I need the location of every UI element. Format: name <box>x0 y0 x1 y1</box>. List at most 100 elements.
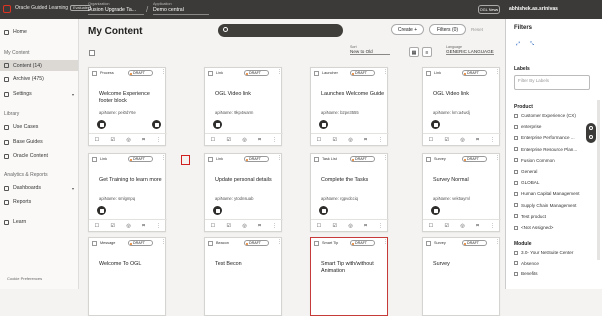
kebab-menu-icon[interactable]: ⋮ <box>383 239 388 245</box>
edit-icon[interactable] <box>213 120 222 129</box>
kebab-menu-icon[interactable]: ⋮ <box>383 69 388 75</box>
card-checkbox[interactable] <box>208 157 213 162</box>
card-title[interactable]: Welcome Experience footer block <box>99 91 163 104</box>
card-title[interactable]: Survey Normal <box>433 177 497 184</box>
analytics-icon[interactable]: ⌗ <box>476 137 479 143</box>
sort-dropdown[interactable]: Sort New to Old <box>350 45 390 55</box>
card-title[interactable]: Test Becon <box>215 261 279 268</box>
content-card[interactable]: Launcher DRAFT ⋮ Launches Welcome Guide apiN… <box>310 67 389 146</box>
checklist-icon[interactable]: ☑ <box>227 223 231 229</box>
content-card[interactable]: Link DRAFT ⋮ Update personal details apiName… <box>204 153 283 232</box>
card-checkbox[interactable] <box>314 241 319 246</box>
checklist-icon[interactable]: ☑ <box>333 223 337 229</box>
more-icon[interactable]: ⋮ <box>378 137 383 143</box>
eye-icon[interactable]: ◎ <box>348 137 352 143</box>
checklist-icon[interactable]: ☑ <box>333 137 337 143</box>
content-card[interactable]: Message DRAFT ⋮ Welcome To OGL <box>88 237 166 316</box>
kebab-menu-icon[interactable]: ⋮ <box>161 155 166 161</box>
content-card[interactable]: Process DRAFT ⋮ Welcome Experience footer b… <box>88 67 167 146</box>
eye-icon[interactable]: ◎ <box>242 223 246 229</box>
edit-icon[interactable] <box>319 206 328 215</box>
grid-view-icon[interactable]: ▦ <box>409 47 419 57</box>
edit-icon[interactable] <box>97 206 106 215</box>
collapse-icon[interactable]: ⤡ <box>530 41 534 47</box>
content-card[interactable]: Link DRAFT ⋮ OGL Video link apiName: km:a4wd… <box>422 67 501 146</box>
analytics-icon[interactable]: ⌗ <box>142 137 145 143</box>
checklist-icon[interactable]: ☑ <box>111 223 115 229</box>
filter-option[interactable]: Human Capital Management <box>514 191 579 196</box>
language-dropdown[interactable]: Language GENERIC LANGUAGE <box>446 45 494 55</box>
card-checkbox[interactable] <box>426 241 431 246</box>
filter-option[interactable]: Fusion Common <box>514 158 555 163</box>
filter-labels-input[interactable]: Filter By Labels <box>514 75 590 90</box>
kebab-menu-icon[interactable]: ⋮ <box>277 239 282 245</box>
card-checkbox[interactable] <box>92 71 97 76</box>
content-card[interactable]: Smart Tip DRAFT ⋮ Smart Tip with/without An… <box>310 237 388 316</box>
content-card[interactable]: Link DRAFT ⋮ Get Training to learn more apiN… <box>88 153 167 232</box>
content-card[interactable]: Survey DRAFT ⋮ Survey Normal apiName: vek5ay… <box>422 153 501 232</box>
card-title[interactable]: Update personal details <box>215 177 279 184</box>
filter-option[interactable]: Benefits <box>514 271 538 276</box>
kebab-menu-icon[interactable]: ⋮ <box>495 69 500 75</box>
create-button[interactable]: Create + <box>391 24 424 35</box>
card-checkbox[interactable] <box>208 241 213 246</box>
sidebar-item-home[interactable]: Home <box>4 29 27 35</box>
copy-icon[interactable]: ☐ <box>95 137 99 143</box>
eye-icon[interactable]: ◎ <box>242 137 246 143</box>
user-name[interactable]: abhishek.as.srinivas <box>509 6 558 12</box>
filter-option[interactable]: Supply Chain Management <box>514 203 576 208</box>
checkbox-icon[interactable] <box>514 135 518 140</box>
kebab-menu-icon[interactable]: ⋮ <box>161 239 166 245</box>
ogl-news-button[interactable]: OGL News <box>478 5 500 14</box>
edit-icon[interactable] <box>431 206 440 215</box>
filter-option[interactable]: Customer Experience (CX) <box>514 113 576 118</box>
card-checkbox[interactable] <box>92 157 97 162</box>
kebab-menu-icon[interactable]: ⋮ <box>495 239 500 245</box>
more-icon[interactable]: ⋮ <box>272 137 277 143</box>
checkbox-icon[interactable] <box>514 250 518 255</box>
info-icon[interactable] <box>589 126 593 130</box>
sidebar-item-base-guides[interactable]: Base Guides <box>4 139 43 145</box>
copy-icon[interactable]: ☐ <box>95 223 99 229</box>
eye-icon[interactable]: ◎ <box>348 223 352 229</box>
analytics-icon[interactable]: ⌗ <box>258 223 261 229</box>
checklist-icon[interactable]: ☑ <box>111 137 115 143</box>
expand-icon[interactable]: ⤢ <box>516 41 520 47</box>
more-icon[interactable]: ⋮ <box>156 137 161 143</box>
filter-option[interactable]: Absence <box>514 261 539 266</box>
organization-selector[interactable]: Organization Fusion Upgrade Ta... <box>88 2 144 15</box>
list-view-icon[interactable]: ≡ <box>422 47 432 57</box>
search-bar[interactable] <box>218 24 343 37</box>
filters-button[interactable]: Filters (0) <box>429 24 466 35</box>
card-title[interactable]: Get Training to learn more <box>99 177 163 184</box>
panel-control[interactable] <box>586 123 596 143</box>
card-checkbox[interactable] <box>92 241 97 246</box>
kebab-menu-icon[interactable]: ⋮ <box>277 69 282 75</box>
card-title[interactable]: Survey <box>433 261 497 268</box>
preview-icon[interactable] <box>152 120 161 129</box>
filter-option[interactable]: 3.0- Your NetSuite Center <box>514 250 573 255</box>
checkbox-icon[interactable] <box>514 261 518 265</box>
more-icon[interactable]: ⋮ <box>156 223 161 229</box>
content-card[interactable]: Survey DRAFT ⋮ Survey <box>422 237 500 316</box>
checklist-icon[interactable]: ☑ <box>445 223 449 229</box>
chevron-down-icon[interactable]: ▾ <box>72 92 74 97</box>
reset-button[interactable]: Reset <box>471 27 483 32</box>
analytics-icon[interactable]: ⌗ <box>142 223 145 229</box>
card-title[interactable]: OGL Video link <box>215 91 279 98</box>
sidebar-item-learn[interactable]: Learn <box>4 219 26 225</box>
sidebar-item-archive[interactable]: Archive (475) <box>4 76 44 82</box>
checklist-icon[interactable]: ☑ <box>445 137 449 143</box>
sidebar-item-use-cases[interactable]: Use Cases <box>4 124 38 130</box>
more-icon[interactable]: ⋮ <box>490 137 495 143</box>
eye-icon[interactable]: ◎ <box>126 137 130 143</box>
card-checkbox[interactable] <box>314 71 319 76</box>
eye-icon[interactable]: ◎ <box>126 223 130 229</box>
checkbox-icon[interactable] <box>514 147 518 152</box>
filter-option[interactable]: GLOBAL <box>514 180 539 185</box>
chevron-down-icon[interactable]: ▾ <box>72 186 74 191</box>
checkbox-icon[interactable] <box>514 203 518 208</box>
copy-icon[interactable]: ☐ <box>317 137 321 143</box>
card-title[interactable]: Complete the Tasks <box>321 177 385 184</box>
checkbox-icon[interactable] <box>514 113 518 118</box>
